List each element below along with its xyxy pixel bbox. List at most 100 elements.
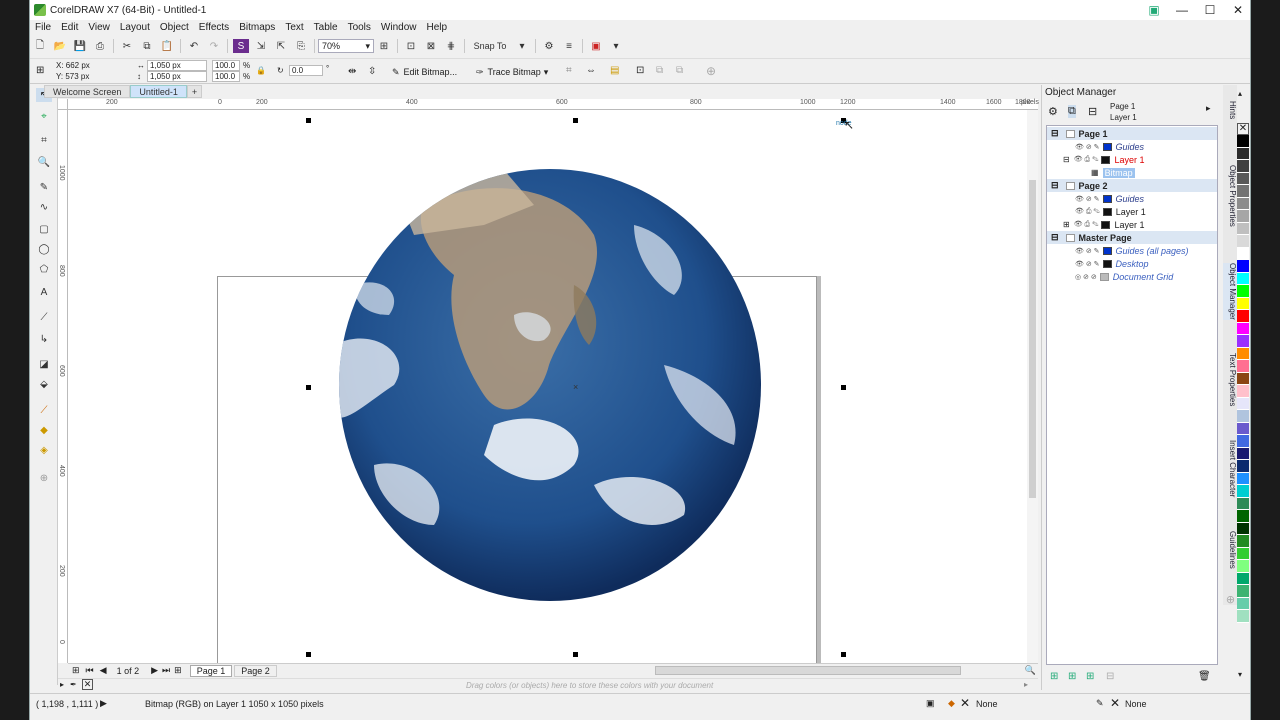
color-swatch[interactable] — [1237, 597, 1249, 610]
new-master-layer-all-icon[interactable]: ⊞ — [1086, 671, 1094, 682]
docker-tab-text-properties[interactable]: Text Properties — [1223, 353, 1237, 406]
color-swatch[interactable] — [1237, 372, 1249, 385]
color-swatch[interactable] — [1237, 360, 1249, 373]
color-swatch[interactable] — [1237, 235, 1249, 248]
color-swatch[interactable] — [1237, 185, 1249, 198]
crop-tool-icon[interactable]: ⌗ — [36, 133, 52, 147]
search-content-icon[interactable]: S — [233, 39, 249, 53]
vertical-ruler[interactable]: 1000 800 600 400 200 0 — [58, 110, 68, 663]
color-swatch[interactable] — [1237, 535, 1249, 548]
tree-object-bitmap[interactable]: ▦ Bitmap — [1047, 166, 1217, 179]
minimize-button[interactable]: — — [1168, 0, 1196, 20]
horizontal-ruler[interactable]: 200 0 200 400 600 800 1000 1200 1400 160… — [68, 99, 1039, 110]
color-swatch[interactable] — [1237, 585, 1249, 598]
show-grid-icon[interactable]: ⊠ — [423, 39, 439, 53]
horizontal-scrollbar[interactable] — [654, 666, 961, 675]
new-layer-icon[interactable]: ⊞ — [1050, 671, 1058, 682]
show-object-properties-icon[interactable]: ⚙ — [1048, 105, 1058, 118]
document-palette[interactable]: ▸ ✒ ✕ Drag colors (or objects) here to s… — [58, 678, 1038, 691]
crop-bitmap-icon[interactable]: ⌗ — [566, 65, 572, 76]
scale-x-field[interactable]: 100.0 — [212, 60, 240, 71]
menu-help[interactable]: Help — [422, 22, 453, 33]
export-icon[interactable]: ⇱ — [273, 39, 289, 53]
menu-bitmaps[interactable]: Bitmaps — [234, 22, 280, 33]
color-swatch[interactable] — [1237, 422, 1249, 435]
zoom-to-page-icon[interactable]: 🔍 — [1025, 665, 1036, 676]
menu-edit[interactable]: Edit — [56, 22, 83, 33]
color-swatch[interactable] — [1237, 347, 1249, 360]
color-swatch[interactable] — [1237, 485, 1249, 498]
docker-tab-hints[interactable]: Hints — [1223, 101, 1237, 119]
quick-customize-icon[interactable]: ⊕ — [36, 471, 52, 485]
menu-file[interactable]: File — [30, 22, 56, 33]
earth-bitmap[interactable] — [334, 165, 769, 605]
color-swatch[interactable] — [1237, 160, 1249, 173]
color-swatch[interactable] — [1237, 472, 1249, 485]
color-swatch[interactable] — [1237, 247, 1249, 260]
color-swatch[interactable] — [1237, 260, 1249, 273]
edit-bitmap-button[interactable]: ✎ Edit Bitmap... — [392, 64, 457, 80]
scroll-thumb[interactable] — [1029, 180, 1036, 498]
palette-scroll-down-icon[interactable]: ▾ — [1238, 670, 1242, 679]
to-back-icon[interactable]: ⧉ — [676, 65, 683, 76]
copy-icon[interactable]: ⧉ — [139, 39, 155, 53]
tree-layer-1[interactable]: 👁 ⎙ ✎ Layer 1 — [1047, 205, 1217, 218]
to-front-icon[interactable]: ⧉ — [656, 65, 663, 76]
color-proof-icon[interactable]: ▣ — [926, 698, 935, 709]
color-swatch[interactable] — [1237, 135, 1249, 148]
rectangle-tool-icon[interactable]: ▢ — [36, 222, 52, 236]
color-swatch[interactable] — [1237, 147, 1249, 160]
transparency-tool-icon[interactable]: ⬙ — [36, 377, 52, 391]
color-swatch[interactable] — [1237, 522, 1249, 535]
chevron-down-icon[interactable]: ▾ — [514, 39, 530, 53]
redo-icon[interactable]: ↷ — [206, 39, 222, 53]
color-swatch[interactable] — [1237, 410, 1249, 423]
mirror-horizontal-icon[interactable]: ⇹ — [348, 66, 356, 77]
selection-handle-n[interactable] — [573, 118, 578, 123]
rotation-center-marker[interactable]: × — [573, 382, 578, 392]
zoom-level-select[interactable]: 70% ▾ — [318, 39, 374, 53]
palette-scroll-up-icon[interactable]: ▴ — [1238, 89, 1242, 98]
tree-layer-desktop[interactable]: 👁 ⊘ ✎ Desktop — [1047, 257, 1217, 270]
color-swatch[interactable] — [1237, 310, 1249, 323]
y-position-field[interactable]: Y: 573 px — [56, 72, 89, 81]
color-swatch[interactable] — [1237, 172, 1249, 185]
tree-layer-guides[interactable]: 👁 ⊘ ✎ Guides — [1047, 192, 1217, 205]
previous-page-icon[interactable]: ◀ — [100, 665, 107, 676]
color-swatch[interactable] — [1237, 447, 1249, 460]
show-guidelines-icon[interactable]: ⋕ — [443, 39, 459, 53]
print-icon[interactable]: ⎙ — [92, 39, 108, 53]
menu-view[interactable]: View — [83, 22, 115, 33]
tree-layer-1-active[interactable]: ⊟ 👁 ⎙ ✎ Layer 1 — [1047, 153, 1217, 166]
tree-layer-1[interactable]: ⊞ 👁 ⎙ ✎ Layer 1 — [1047, 218, 1217, 231]
menu-object[interactable]: Object — [155, 22, 194, 33]
fill-value[interactable]: None — [976, 699, 998, 709]
import-icon[interactable]: ⇲ — [253, 39, 269, 53]
open-icon[interactable]: 📂 — [52, 39, 68, 53]
add-icon[interactable]: ⊕ — [706, 64, 716, 78]
color-swatch[interactable] — [1237, 510, 1249, 523]
help-options-icon[interactable]: ▣ — [1140, 0, 1168, 20]
edit-across-layers-icon[interactable]: ⧉ — [1068, 105, 1076, 118]
no-fill-swatch[interactable]: ✕ — [1237, 123, 1249, 135]
no-color-swatch[interactable]: ✕ — [82, 679, 93, 690]
color-swatch[interactable] — [1237, 497, 1249, 510]
width-field[interactable]: 1,050 px — [147, 60, 207, 71]
lock-ratio-icon[interactable]: 🔒 — [256, 66, 266, 75]
shape-tool-icon[interactable]: ⌖ — [36, 109, 52, 123]
chevron-down-icon[interactable]: ▾ — [608, 39, 624, 53]
wrap-text-icon[interactable]: ⊡ — [636, 65, 644, 76]
drop-shadow-tool-icon[interactable]: ◪ — [36, 357, 52, 371]
publish-pdf-icon[interactable]: ⎘ — [293, 39, 309, 53]
menu-layout[interactable]: Layout — [115, 22, 155, 33]
add-page-after-icon[interactable]: ⊞ — [174, 665, 182, 676]
docker-tab-object-properties[interactable]: Object Properties — [1223, 165, 1237, 227]
color-swatch[interactable] — [1237, 397, 1249, 410]
page-tab-2[interactable]: Page 2 — [234, 664, 277, 677]
tree-page-2[interactable]: ⊟ Page 2 — [1047, 179, 1217, 192]
selection-handle-se[interactable] — [841, 652, 846, 657]
tree-layer-document-grid[interactable]: ◎ ⊘ ⊘ Document Grid — [1047, 270, 1217, 283]
docker-flyout-icon[interactable]: ▸ — [1206, 103, 1211, 114]
new-document-icon[interactable]: 🗋 — [32, 39, 48, 53]
layer-manager-view-icon[interactable]: ⊟ — [1088, 105, 1097, 118]
